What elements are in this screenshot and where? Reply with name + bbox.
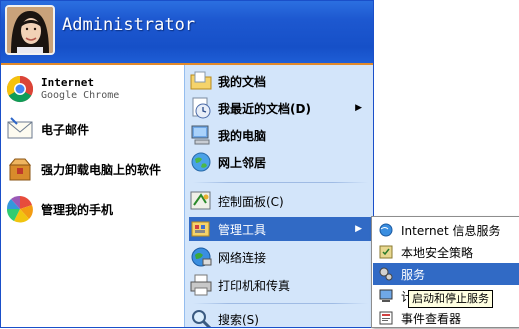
menu-item-control-panel[interactable]: 控制面板(C) xyxy=(189,189,372,213)
submenu-item-services[interactable]: 服务 xyxy=(373,263,519,285)
recent-documents-icon xyxy=(189,96,213,120)
submenu-arrow-icon: ▶ xyxy=(355,224,362,234)
uninstall-icon xyxy=(5,154,35,184)
chrome-icon xyxy=(5,74,35,104)
admin-tools-submenu: Internet 信息服务 本地安全策略 服务 计算机 事件查看器 xyxy=(371,216,519,328)
my-computer-icon xyxy=(189,123,213,147)
username: Administrator xyxy=(62,15,196,35)
my-documents-icon xyxy=(189,69,213,93)
menu-item-recent-documents[interactable]: 我最近的文档(D) ▶ xyxy=(189,96,372,120)
menu-separator xyxy=(193,303,368,304)
submenu-item-iis-label: Internet 信息服务 xyxy=(401,223,501,238)
menu-item-chrome-sublabel: Google Chrome xyxy=(41,90,120,101)
menu-item-printers-label: 打印机和传真 xyxy=(218,278,291,293)
submenu-item-event-viewer[interactable]: 事件查看器 xyxy=(373,307,519,329)
menu-item-search-label: 搜索(S) xyxy=(218,312,259,327)
menu-item-printers[interactable]: 打印机和传真 xyxy=(189,273,372,297)
menu-item-network-connections[interactable]: 网络连接 xyxy=(189,245,372,269)
menu-item-admin-tools-label: 管理工具 xyxy=(218,222,267,237)
network-places-icon xyxy=(189,150,213,174)
submenu-item-services-label: 服务 xyxy=(401,267,426,282)
menu-item-my-documents[interactable]: 我的文档 xyxy=(189,69,372,93)
submenu-item-iis[interactable]: Internet 信息服务 xyxy=(373,219,519,241)
pinned-programs-pane: Internet Google Chrome 电子邮件 强力卸载电脑上的软件 管… xyxy=(1,65,184,327)
menu-item-my-documents-label: 我的文档 xyxy=(218,74,267,89)
control-panel-icon xyxy=(189,189,213,213)
menu-item-network-places-label: 网上邻居 xyxy=(218,155,267,170)
network-connections-icon xyxy=(189,245,213,269)
event-viewer-icon xyxy=(379,311,393,325)
services-icon xyxy=(379,267,393,281)
menu-item-network-places[interactable]: 网上邻居 xyxy=(189,150,372,174)
security-policy-icon xyxy=(379,245,393,259)
menu-item-uninstall[interactable]: 强力卸载电脑上的软件 xyxy=(5,153,180,185)
menu-item-email[interactable]: 电子邮件 xyxy=(5,113,180,145)
menu-item-email-label: 电子邮件 xyxy=(41,122,90,137)
menu-item-phone-manager-label: 管理我的手机 xyxy=(41,202,114,217)
submenu-arrow-icon: ▶ xyxy=(355,103,362,113)
menu-item-phone-manager[interactable]: 管理我的手机 xyxy=(5,193,180,225)
user-avatar[interactable] xyxy=(5,5,55,55)
menu-item-chrome-label: Internet xyxy=(41,76,94,89)
submenu-item-security-policy[interactable]: 本地安全策略 xyxy=(373,241,519,263)
menu-item-uninstall-label: 强力卸载电脑上的软件 xyxy=(41,162,162,177)
menu-item-my-computer[interactable]: 我的电脑 xyxy=(189,123,372,147)
menu-item-network-connections-label: 网络连接 xyxy=(218,250,267,265)
services-tooltip: 启动和停止服务 xyxy=(408,290,493,308)
admin-tools-icon xyxy=(189,217,213,241)
menu-separator xyxy=(193,182,368,183)
user-avatar-photo-icon xyxy=(7,7,53,53)
phone-manager-icon xyxy=(5,194,35,224)
email-icon xyxy=(5,114,35,144)
start-menu: Administrator Internet Google Chrome 电子邮… xyxy=(0,0,374,328)
search-icon xyxy=(189,307,213,327)
menu-item-chrome[interactable]: Internet Google Chrome xyxy=(5,73,180,105)
printers-icon xyxy=(189,273,213,297)
menu-item-recent-documents-label: 我最近的文档(D) xyxy=(218,101,311,116)
menu-item-search[interactable]: 搜索(S) xyxy=(189,307,372,327)
menu-item-my-computer-label: 我的电脑 xyxy=(218,128,267,143)
submenu-item-security-policy-label: 本地安全策略 xyxy=(401,245,474,260)
computer-management-icon xyxy=(379,289,393,302)
iis-icon xyxy=(379,223,393,237)
start-menu-header: Administrator xyxy=(1,1,373,65)
menu-item-control-panel-label: 控制面板(C) xyxy=(218,194,284,209)
menu-item-admin-tools[interactable]: 管理工具 ▶ xyxy=(189,217,372,241)
system-places-pane: 我的文档 我最近的文档(D) ▶ 我的电脑 网上邻居 控制面板(C) 管理工具 … xyxy=(184,65,373,327)
submenu-item-event-viewer-label: 事件查看器 xyxy=(401,311,462,326)
